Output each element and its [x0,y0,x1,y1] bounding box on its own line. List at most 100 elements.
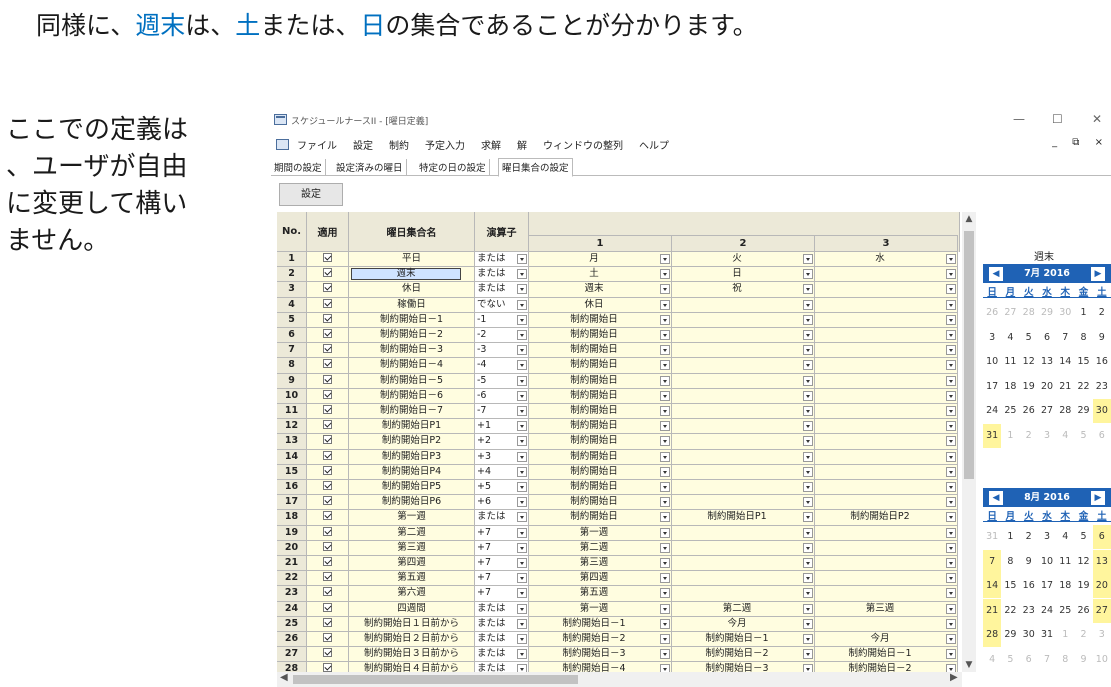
dropdown-arrow-icon[interactable] [517,390,527,401]
calendar-day[interactable]: 27 [1001,301,1019,325]
calendar-day[interactable]: 28 [983,623,1002,647]
operand-cell[interactable]: 制約開始日 [529,404,672,420]
dropdown-arrow-icon[interactable] [946,649,956,660]
operand-cell[interactable] [815,616,958,632]
dropdown-arrow-icon[interactable] [660,375,670,386]
dropdown-arrow-icon[interactable] [946,497,956,508]
operand-cell[interactable]: 第三週 [815,601,958,617]
calendar-day[interactable]: 23 [1093,375,1111,399]
apply-cell[interactable] [307,373,349,389]
operand-cell[interactable] [815,525,958,541]
operand-cell[interactable]: 制約開始日 [529,480,672,496]
operand-cell[interactable] [815,373,958,389]
operand-cell[interactable] [672,525,815,541]
operand-cell[interactable]: 今月 [815,632,958,648]
dropdown-arrow-icon[interactable] [517,649,527,660]
apply-cell[interactable] [307,434,349,450]
dropdown-arrow-icon[interactable] [803,375,813,386]
apply-checkbox[interactable] [323,633,332,642]
calendar-day[interactable]: 27 [1092,598,1111,623]
operand-cell[interactable]: 祝 [672,282,815,298]
dropdown-arrow-icon[interactable] [803,558,813,568]
menu-schedule-input[interactable]: 予定入力 [425,137,465,152]
calendar-day[interactable]: 28 [1056,399,1074,423]
dropdown-arrow-icon[interactable] [946,542,956,553]
operand-cell[interactable]: 土 [529,267,672,283]
set-name-cell[interactable]: 第一週 [349,510,475,526]
dropdown-arrow-icon[interactable] [803,360,813,371]
mdi-controls[interactable]: _ ⧉ × [1052,137,1109,148]
apply-cell[interactable] [307,540,349,556]
calendar-day[interactable]: 31 [983,423,1002,448]
dropdown-arrow-icon[interactable] [946,573,956,584]
apply-cell[interactable] [307,267,349,283]
operand-cell[interactable] [672,419,815,435]
apply-cell[interactable] [307,647,349,663]
dropdown-arrow-icon[interactable] [517,330,527,340]
dropdown-arrow-icon[interactable] [803,330,813,340]
apply-cell[interactable] [307,449,349,465]
apply-cell[interactable] [307,601,349,617]
operator-cell[interactable]: または [475,632,529,648]
dropdown-arrow-icon[interactable] [803,451,813,462]
apply-cell[interactable] [307,343,349,359]
operand-cell[interactable] [672,540,815,556]
operator-cell[interactable]: または [475,647,529,663]
operand-cell[interactable]: 制約開始日 [529,419,672,435]
next-month-icon[interactable]: ▶ [1091,267,1105,281]
apply-checkbox[interactable] [323,450,332,460]
dropdown-arrow-icon[interactable] [946,512,956,523]
calendar-day[interactable]: 27 [1038,399,1056,423]
dropdown-arrow-icon[interactable] [803,436,813,447]
calendar-day[interactable]: 14 [1056,350,1074,374]
maximize-icon[interactable]: ☐ [1052,112,1063,126]
tab-specific-day-settings[interactable]: 特定の日の設定 [416,159,490,176]
calendar-day[interactable]: 5 [1074,424,1092,448]
dropdown-arrow-icon[interactable] [517,375,527,386]
calendar-day[interactable]: 11 [1056,550,1074,574]
operator-cell[interactable]: +7 [475,571,529,587]
operand-cell[interactable]: 制約開始日 [529,464,672,480]
calendar-day[interactable]: 26 [983,301,1001,325]
dropdown-arrow-icon[interactable] [803,618,813,629]
operand-cell[interactable] [672,434,815,450]
scroll-up-icon[interactable]: ▲ [962,214,976,224]
operand-cell[interactable] [672,586,815,602]
dropdown-arrow-icon[interactable] [660,542,670,553]
operand-cell[interactable]: 火 [672,252,815,268]
dropdown-arrow-icon[interactable] [517,299,527,310]
vertical-scrollbar[interactable]: ▲ ▼ [962,212,976,672]
calendar-day[interactable]: 2 [1074,623,1092,647]
apply-cell[interactable] [307,616,349,632]
operand-cell[interactable]: 制約開始日－4 [529,662,672,672]
calendar-day[interactable]: 13 [1038,350,1056,374]
apply-cell[interactable] [307,464,349,480]
dropdown-arrow-icon[interactable] [803,649,813,660]
calendar-day[interactable]: 22 [1001,599,1019,623]
calendar-day[interactable]: 2 [1020,424,1038,448]
set-name-cell[interactable]: 制約開始日－5 [349,373,475,389]
apply-cell[interactable] [307,388,349,404]
dropdown-arrow-icon[interactable] [803,269,813,280]
scroll-left-icon[interactable]: ◀ [280,672,288,683]
calendar-day[interactable]: 3 [983,326,1001,350]
calendar-day[interactable]: 10 [983,350,1001,374]
calendar-day[interactable]: 2 [1093,301,1111,325]
dropdown-arrow-icon[interactable] [517,284,527,295]
document-icon[interactable] [276,139,289,150]
operand-cell[interactable]: 制約開始日 [529,510,672,526]
set-name-cell[interactable]: 第三週 [349,540,475,556]
apply-checkbox[interactable] [323,663,332,672]
operand-cell[interactable] [815,556,958,572]
operand-cell[interactable] [815,419,958,435]
operator-cell[interactable]: または [475,267,529,283]
calendar-day[interactable]: 15 [1001,574,1019,598]
set-name-cell[interactable]: 第四週 [349,556,475,572]
dropdown-arrow-icon[interactable] [517,558,527,568]
calendar-day[interactable]: 30 [1092,399,1111,423]
dropdown-arrow-icon[interactable] [803,482,813,492]
dropdown-arrow-icon[interactable] [517,512,527,523]
dropdown-arrow-icon[interactable] [660,558,670,568]
dropdown-arrow-icon[interactable] [803,634,813,644]
operator-cell[interactable]: または [475,616,529,632]
